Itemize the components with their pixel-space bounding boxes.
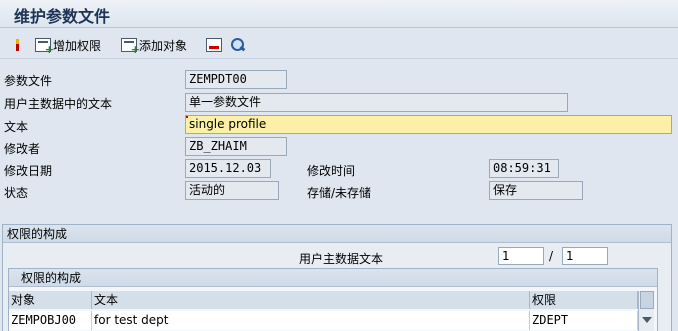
scroll-down-icon[interactable] <box>642 317 652 323</box>
master-data-text-label: 用户主数据文本 <box>299 252 384 266</box>
column-header-object[interactable]: 对象 <box>9 291 92 309</box>
table-cell-object[interactable]: ZEMPOBJ00 <box>9 311 92 330</box>
table-cell-authorization[interactable]: ZDEPT <box>530 311 638 330</box>
scrollbar-thumb[interactable] <box>640 291 654 309</box>
save-state-label: 存储/未存储 <box>307 186 372 200</box>
column-header-text[interactable]: 文本 <box>92 291 530 309</box>
add-object-icon <box>121 38 140 56</box>
add-authorization-label: 增加权限 <box>53 38 102 53</box>
add-authorization-icon <box>35 38 54 56</box>
text-input[interactable]: single profile <box>185 115 672 134</box>
modified-date-label: 修改日期 <box>4 164 53 178</box>
status-field[interactable]: 活动的 <box>185 181 279 200</box>
master-text-label: 用户主数据中的文本 <box>4 97 113 111</box>
delete-icon <box>206 38 222 52</box>
column-header-authorization[interactable]: 权限 <box>530 291 638 309</box>
add-object-label: 添加对象 <box>139 38 188 53</box>
save-state-field[interactable]: 保存 <box>489 181 583 200</box>
required-marker <box>186 116 188 118</box>
modified-by-field[interactable]: ZB_ZHAIM <box>185 137 287 156</box>
modified-time-field[interactable]: 08:59:31 <box>489 159 559 178</box>
page-current-input[interactable]: 1 <box>498 247 544 265</box>
authorization-group-title: 权限的构成 <box>3 225 671 243</box>
add-object-button[interactable]: 添加对象 <box>121 35 188 56</box>
marker-icon <box>14 38 20 52</box>
marker-button[interactable] <box>14 35 20 55</box>
add-authorization-button[interactable]: 增加权限 <box>35 35 102 56</box>
modified-by-label: 修改者 <box>4 142 41 156</box>
status-label: 状态 <box>4 186 29 200</box>
table-cell-text[interactable]: for test dept <box>92 311 530 330</box>
title-bar: 维护参数文件 <box>0 0 678 28</box>
modified-time-label: 修改时间 <box>307 164 356 178</box>
master-text-field[interactable]: 单一参数文件 <box>185 93 568 112</box>
authorization-table-title: 权限的构成 <box>9 269 657 287</box>
profile-field[interactable]: ZEMPDT00 <box>185 70 287 89</box>
text-input-value: single profile <box>189 117 267 131</box>
window-title: 维护参数文件 <box>14 7 111 26</box>
table-scrollbar[interactable] <box>638 291 654 331</box>
modified-date-field[interactable]: 2015.12.03 <box>185 159 271 178</box>
text-label: 文本 <box>4 120 29 134</box>
profile-label: 参数文件 <box>4 74 53 88</box>
find-icon <box>230 38 246 52</box>
delete-button[interactable] <box>206 35 222 55</box>
find-button[interactable] <box>230 35 246 55</box>
page-separator: / <box>549 249 554 263</box>
application-toolbar: 增加权限 添加对象 <box>0 31 678 59</box>
page-total-input[interactable]: 1 <box>562 247 608 265</box>
